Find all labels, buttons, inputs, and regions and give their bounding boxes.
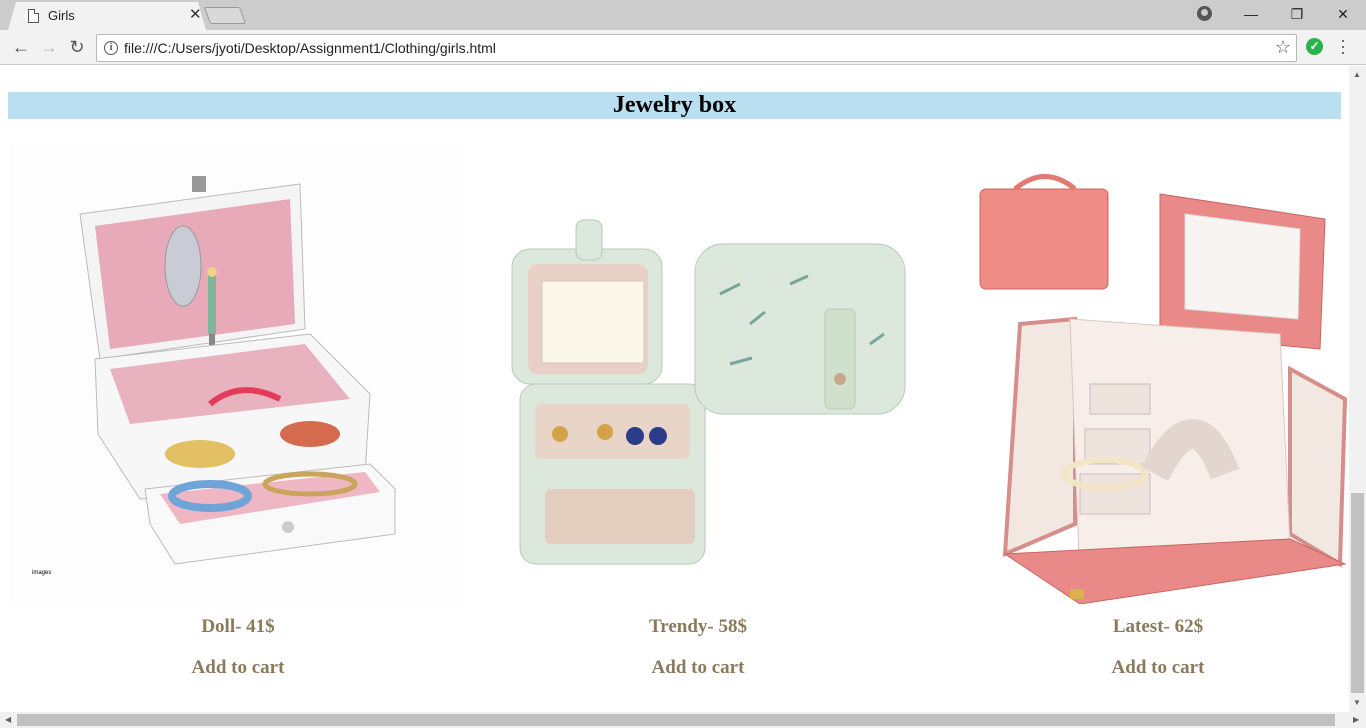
profile-icon[interactable] (1197, 6, 1212, 21)
section-heading: Jewelry box (8, 92, 1341, 119)
page-viewport: Jewelry box images Doll- 41$ Add to cart… (0, 66, 1349, 712)
close-tab-icon[interactable]: ✕ (189, 7, 202, 23)
reload-icon[interactable]: ↻ (66, 36, 88, 58)
image-caption: images (32, 570, 51, 576)
back-icon[interactable]: ← (10, 36, 32, 58)
close-window-button[interactable]: ✕ (1320, 0, 1366, 28)
horizontal-scroll-thumb[interactable] (17, 714, 1335, 726)
minimize-button[interactable]: — (1228, 0, 1274, 28)
url-text[interactable]: file:///C:/Users/jyoti/Desktop/Assignmen… (124, 40, 496, 56)
info-icon[interactable]: i (104, 41, 118, 55)
product-image-trendy (490, 144, 945, 604)
browser-toolbar: ← → ↻ i file:///C:/Users/jyoti/Desktop/A… (0, 30, 1366, 65)
forward-icon[interactable]: → (38, 36, 60, 58)
product-price-latest: Latest- 62$ (1112, 616, 1204, 637)
browser-tab[interactable]: Girls ✕ (8, 2, 206, 30)
product-price-trendy: Trendy- 58$ (649, 616, 747, 637)
tab-title: Girls (48, 8, 75, 23)
bookmark-star-icon[interactable]: ☆ (1275, 37, 1291, 58)
product-image-latest (960, 144, 1349, 604)
vertical-scrollbar[interactable]: ▲ ▼ (1349, 66, 1366, 712)
scroll-up-icon[interactable]: ▲ (1353, 70, 1361, 79)
add-to-cart-doll-button[interactable]: Add to cart (88, 657, 388, 679)
menu-icon[interactable]: · · · (1337, 31, 1349, 61)
product-price-doll: Doll- 41$ (201, 616, 275, 637)
page-icon (28, 9, 39, 23)
address-bar[interactable]: i file:///C:/Users/jyoti/Desktop/Assignm… (96, 34, 1297, 62)
add-to-cart-latest-button[interactable]: Add to cart (1008, 657, 1308, 679)
scroll-left-icon[interactable]: ◀ (5, 715, 11, 724)
scroll-right-icon[interactable]: ▶ (1353, 715, 1359, 724)
horizontal-scrollbar[interactable]: ◀ ▶ (0, 712, 1366, 728)
restore-button[interactable]: ❐ (1274, 0, 1320, 28)
add-to-cart-trendy-button[interactable]: Add to cart (548, 657, 848, 679)
product-image-doll: images (10, 144, 465, 604)
vertical-scroll-thumb[interactable] (1351, 493, 1364, 693)
new-tab-button[interactable] (203, 7, 247, 24)
tab-strip: Girls ✕ — ❐ ✕ (0, 0, 1366, 30)
extension-check-icon[interactable]: ✓ (1306, 38, 1323, 55)
scroll-down-icon[interactable]: ▼ (1353, 698, 1361, 707)
